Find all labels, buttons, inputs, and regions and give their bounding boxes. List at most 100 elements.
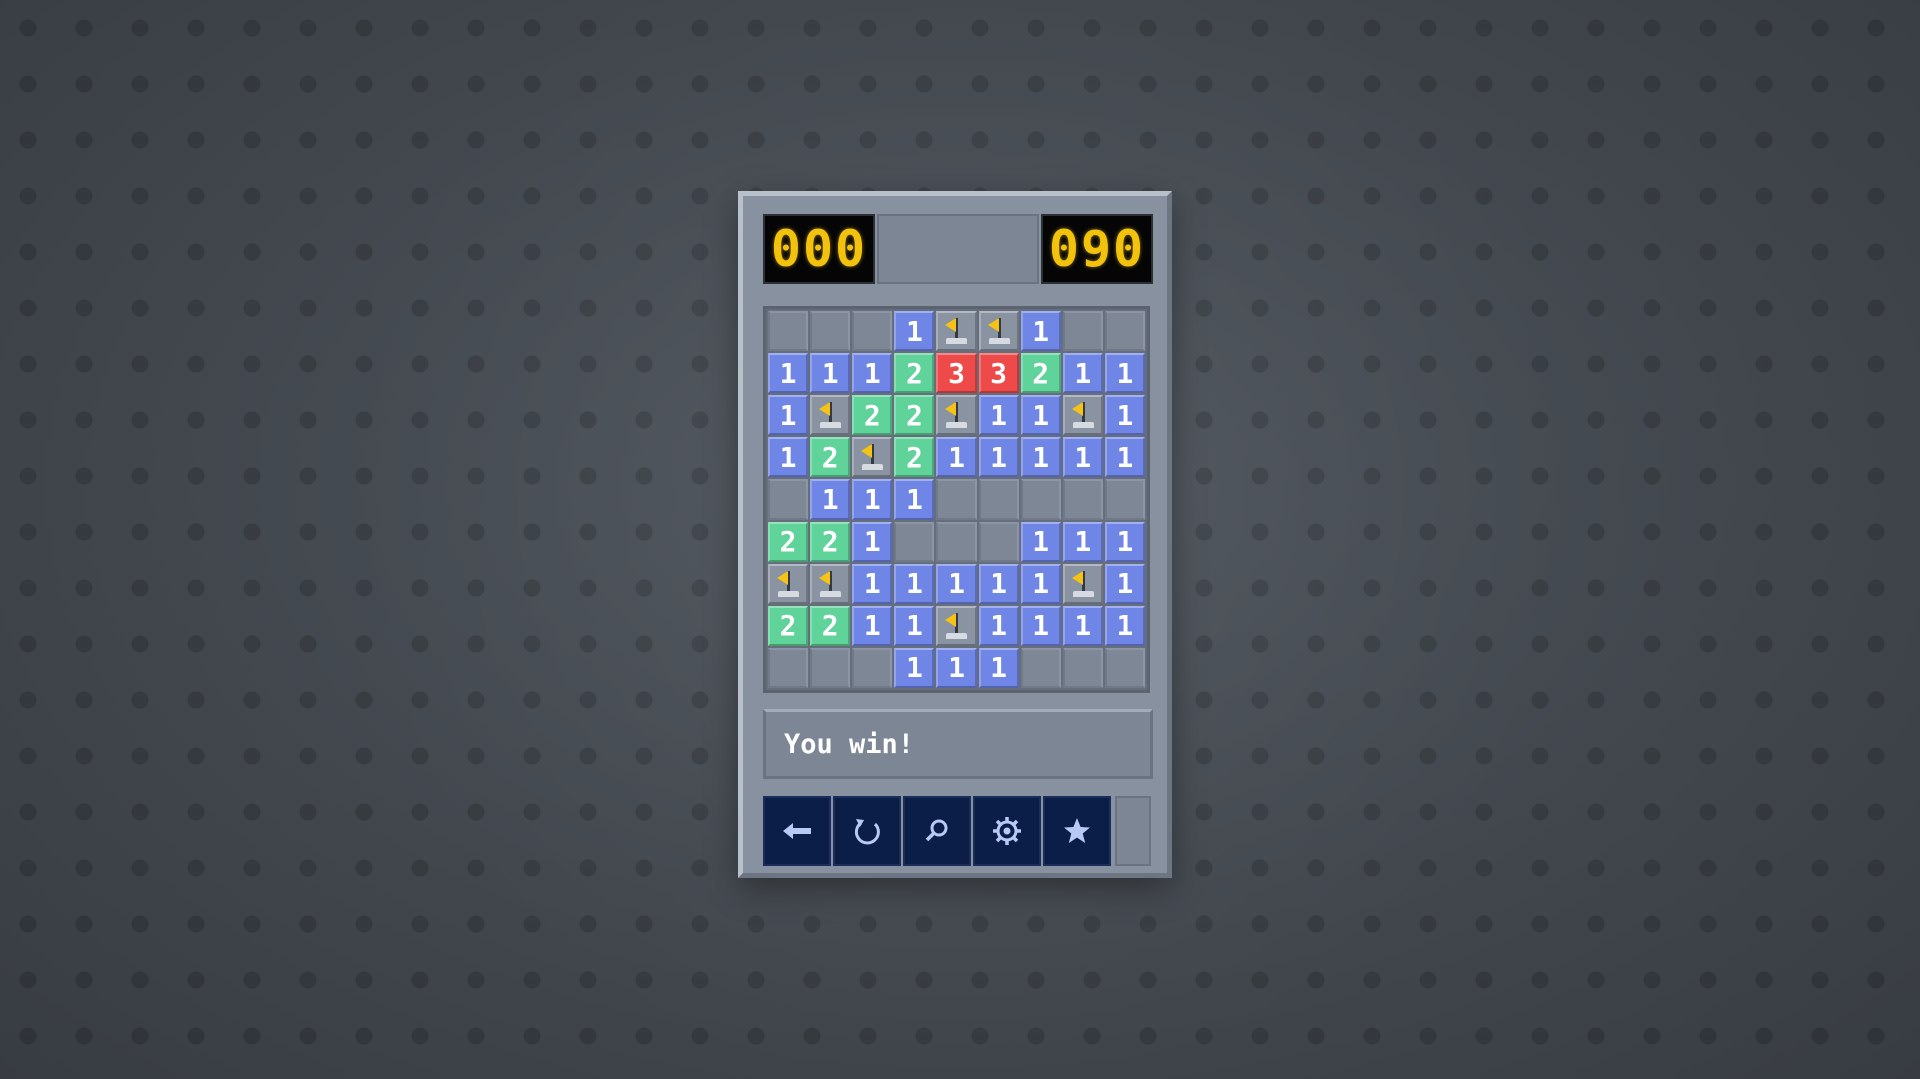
number-cell[interactable]: 1 (894, 311, 935, 352)
cell-number: 1 (1116, 398, 1134, 432)
flagged-cell[interactable] (1062, 563, 1103, 604)
number-cell[interactable]: 1 (1104, 521, 1145, 562)
cell-number: 2 (821, 440, 839, 474)
flagged-cell[interactable] (1062, 395, 1103, 436)
status-face-area (877, 214, 1039, 284)
number-cell[interactable]: 1 (894, 479, 935, 520)
empty-cell[interactable] (768, 311, 809, 352)
number-cell[interactable]: 1 (936, 437, 977, 478)
flagged-cell[interactable] (768, 563, 809, 604)
number-cell[interactable]: 1 (1104, 563, 1145, 604)
empty-cell[interactable] (810, 311, 851, 352)
cell-number: 2 (1032, 356, 1050, 390)
empty-cell[interactable] (810, 647, 851, 688)
number-cell[interactable]: 1 (1104, 395, 1145, 436)
number-cell[interactable]: 2 (852, 395, 893, 436)
empty-cell[interactable] (978, 521, 1019, 562)
number-cell[interactable]: 1 (1020, 395, 1061, 436)
cell-number: 1 (1116, 525, 1134, 559)
cell-number: 1 (905, 609, 923, 643)
number-cell[interactable]: 2 (894, 395, 935, 436)
star-icon (1064, 818, 1090, 843)
empty-cell[interactable] (936, 479, 977, 520)
settings-button[interactable] (973, 796, 1041, 866)
flagged-cell[interactable] (810, 563, 851, 604)
number-cell[interactable]: 2 (810, 437, 851, 478)
restart-icon (854, 819, 880, 845)
number-cell[interactable]: 1 (1020, 605, 1061, 646)
number-cell[interactable]: 1 (1062, 353, 1103, 394)
number-cell[interactable]: 1 (894, 647, 935, 688)
number-cell[interactable]: 1 (978, 395, 1019, 436)
empty-cell[interactable] (1020, 647, 1061, 688)
empty-cell[interactable] (894, 521, 935, 562)
cell-number: 1 (1074, 609, 1092, 643)
number-cell[interactable]: 1 (768, 437, 809, 478)
empty-cell[interactable] (1104, 311, 1145, 352)
number-cell[interactable]: 1 (1020, 311, 1061, 352)
number-cell[interactable]: 2 (894, 437, 935, 478)
number-cell[interactable]: 1 (978, 437, 1019, 478)
number-cell[interactable]: 1 (810, 353, 851, 394)
number-cell[interactable]: 1 (1020, 563, 1061, 604)
number-cell[interactable]: 1 (1104, 605, 1145, 646)
number-cell[interactable]: 1 (1062, 437, 1103, 478)
empty-cell[interactable] (852, 647, 893, 688)
number-cell[interactable]: 1 (1062, 521, 1103, 562)
number-cell[interactable]: 2 (810, 605, 851, 646)
hint-button[interactable] (903, 796, 971, 866)
number-cell[interactable]: 1 (936, 647, 977, 688)
number-cell[interactable]: 1 (894, 563, 935, 604)
favorites-button[interactable] (1043, 796, 1111, 866)
number-cell[interactable]: 1 (894, 605, 935, 646)
empty-cell[interactable] (1020, 479, 1061, 520)
flagged-cell[interactable] (978, 311, 1019, 352)
empty-cell[interactable] (1104, 479, 1145, 520)
number-cell[interactable]: 2 (810, 521, 851, 562)
number-cell[interactable]: 2 (768, 521, 809, 562)
number-cell[interactable]: 1 (852, 563, 893, 604)
flagged-cell[interactable] (936, 395, 977, 436)
flagged-cell[interactable] (810, 395, 851, 436)
empty-cell[interactable] (1062, 479, 1103, 520)
number-cell[interactable]: 2 (894, 353, 935, 394)
empty-cell[interactable] (1104, 647, 1145, 688)
flagged-cell[interactable] (852, 437, 893, 478)
number-cell[interactable]: 1 (1104, 437, 1145, 478)
empty-cell[interactable] (1062, 647, 1103, 688)
restart-button[interactable] (833, 796, 901, 866)
number-cell[interactable]: 3 (936, 353, 977, 394)
number-cell[interactable]: 1 (768, 353, 809, 394)
flagged-cell[interactable] (936, 311, 977, 352)
number-cell[interactable]: 1 (852, 479, 893, 520)
empty-cell[interactable] (978, 479, 1019, 520)
number-cell[interactable]: 1 (978, 647, 1019, 688)
number-cell[interactable]: 2 (768, 605, 809, 646)
arrow-left-icon (783, 823, 811, 839)
number-cell[interactable]: 1 (936, 563, 977, 604)
empty-cell[interactable] (852, 311, 893, 352)
number-cell[interactable]: 1 (1020, 437, 1061, 478)
number-cell[interactable]: 1 (810, 479, 851, 520)
number-cell[interactable]: 2 (1020, 353, 1061, 394)
empty-cell[interactable] (768, 647, 809, 688)
status-message: You win! (763, 709, 1153, 779)
number-cell[interactable]: 1 (1020, 521, 1061, 562)
flag-icon (775, 569, 801, 599)
number-cell[interactable]: 3 (978, 353, 1019, 394)
cell-number: 1 (863, 609, 881, 643)
flagged-cell[interactable] (936, 605, 977, 646)
number-cell[interactable]: 1 (1104, 353, 1145, 394)
back-button[interactable] (763, 796, 831, 866)
empty-cell[interactable] (768, 479, 809, 520)
empty-cell[interactable] (1062, 311, 1103, 352)
number-cell[interactable]: 1 (978, 605, 1019, 646)
number-cell[interactable]: 1 (768, 395, 809, 436)
cell-number: 1 (779, 356, 797, 390)
number-cell[interactable]: 1 (978, 563, 1019, 604)
number-cell[interactable]: 1 (852, 605, 893, 646)
number-cell[interactable]: 1 (852, 521, 893, 562)
number-cell[interactable]: 1 (852, 353, 893, 394)
empty-cell[interactable] (936, 521, 977, 562)
number-cell[interactable]: 1 (1062, 605, 1103, 646)
